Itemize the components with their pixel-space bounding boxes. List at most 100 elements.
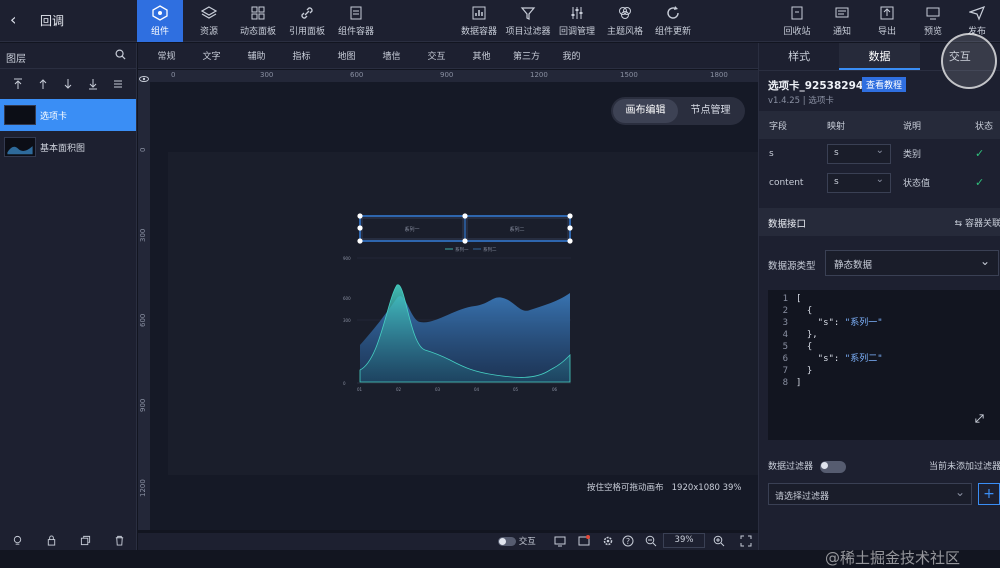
add-filter-button[interactable]: + xyxy=(978,483,1000,505)
list-icon[interactable] xyxy=(112,78,124,90)
palette-icon xyxy=(619,7,631,19)
view-tutorial-button[interactable]: 查看教程 xyxy=(862,77,907,92)
comment-icon[interactable] xyxy=(578,535,590,547)
filter-toggle[interactable] xyxy=(819,460,846,473)
top-toolbar: ‹ 回调 组件 资源 动态面板 引用面板 组件容器 数据容器 项目过滤器 回调管… xyxy=(0,0,1000,42)
preview-x-label: 06 xyxy=(552,387,558,392)
trash-box-icon xyxy=(791,6,803,20)
toggle-switch[interactable] xyxy=(498,537,516,546)
tabs-widget-selected[interactable]: 系列一 系列二 xyxy=(357,213,573,244)
link-icon xyxy=(301,7,313,19)
interact-toggle[interactable]: 交互 xyxy=(498,535,536,547)
component-tab[interactable]: 交互 xyxy=(414,49,459,62)
preview-icon xyxy=(926,7,940,20)
component-tab[interactable]: 第三方 xyxy=(504,49,549,62)
component-name: 选项卡_92538294 xyxy=(768,80,864,92)
ruler-corner[interactable] xyxy=(138,70,150,82)
tool-data-container[interactable]: 数据容器 xyxy=(457,0,501,42)
canvas-edit-button[interactable]: 画布编辑 xyxy=(613,99,678,123)
datasource-select[interactable]: 静态数据 xyxy=(825,250,999,276)
ruler-tick: 300 xyxy=(139,228,147,242)
zoom-in-icon[interactable] xyxy=(713,535,725,547)
config-panel: 样式 数据 交互 选项卡_92538294 查看教程 v1.4.25 | 选项卡… xyxy=(758,43,1000,550)
tab-style[interactable]: 样式 xyxy=(759,43,839,70)
tool-project-filter[interactable]: 项目过滤器 xyxy=(503,0,553,42)
component-tab[interactable]: 地图 xyxy=(324,49,369,62)
refresh-icon xyxy=(667,6,679,19)
tool-export[interactable]: 导出 xyxy=(871,0,903,42)
tool-theme-style[interactable]: 主题风格 xyxy=(603,0,647,42)
tool-notification[interactable]: 通知 xyxy=(826,0,858,42)
container-icon xyxy=(350,6,362,20)
ruler-tick: 1200 xyxy=(139,479,147,497)
zoom-out-icon[interactable] xyxy=(645,535,657,547)
container-link-button[interactable]: ⇆ 容器关联 xyxy=(955,216,1000,229)
tool-callback-manage[interactable]: 回调管理 xyxy=(555,0,599,42)
lock-icon[interactable] xyxy=(46,534,57,546)
ruler-tick: 600 xyxy=(350,71,364,79)
component-category-tabs: 常规 文字 辅助 指标 地图 墙信 交互 其他 第三方 我的 xyxy=(138,43,758,69)
delete-icon[interactable] xyxy=(114,535,125,546)
svg-text:?: ? xyxy=(626,537,630,546)
component-tab[interactable]: 指标 xyxy=(279,49,324,62)
move-bottom-icon[interactable] xyxy=(87,78,99,90)
tool-preview[interactable]: 预览 xyxy=(918,0,948,42)
fit-screen-icon[interactable] xyxy=(740,535,752,547)
back-button[interactable]: ‹ xyxy=(10,10,16,29)
json-code-editor[interactable]: 1[2 {3 "s": "系列一" 4 }, 5 {6 "s": "系列二" 7 } 8… xyxy=(768,290,1000,440)
move-top-icon[interactable] xyxy=(12,78,24,90)
component-tab[interactable]: 其他 xyxy=(459,49,504,62)
preview-x-label: 05 xyxy=(513,387,519,392)
component-tab[interactable]: 墙信 xyxy=(369,49,414,62)
component-tab[interactable]: 文字 xyxy=(189,49,234,62)
layer-toolbar xyxy=(0,69,136,99)
layer-item-area-chart[interactable]: 基本面积图 xyxy=(0,131,136,163)
canvas-hint: 按住空格可拖动画布 1920x1080 39% xyxy=(587,483,742,493)
tool-component-container[interactable]: 组件容器 xyxy=(333,0,379,42)
tool-reference-panel[interactable]: 引用面板 xyxy=(284,0,330,42)
tool-resource[interactable]: 资源 xyxy=(186,0,232,42)
layer-item-tabs[interactable]: 选项卡 xyxy=(0,99,136,131)
ruler-tick: 1500 xyxy=(620,71,638,79)
ruler-tick: 900 xyxy=(139,398,147,412)
code-line: 6 "s": "系列二" xyxy=(782,354,883,364)
node-manage-button[interactable]: 节点管理 xyxy=(678,99,743,123)
zoom-input[interactable]: 39% xyxy=(663,533,705,548)
tool-component[interactable]: 组件 xyxy=(137,0,183,42)
bulb-icon[interactable] xyxy=(12,535,23,546)
layers-footer xyxy=(0,530,137,550)
area-chart-widget[interactable]: 系列一 系列二 900 600 300 0 01 02 03 04 05 06 xyxy=(343,246,571,392)
mapping-select[interactable]: s xyxy=(827,143,891,164)
component-tab[interactable]: 辅助 xyxy=(234,49,279,62)
copy-icon[interactable] xyxy=(80,535,91,546)
table-row: content s 状态值 ✓ xyxy=(759,168,1000,197)
layer-thumbnail xyxy=(4,137,36,157)
filter-select[interactable]: 请选择过滤器 xyxy=(768,483,972,505)
move-up-icon[interactable] xyxy=(37,78,49,90)
screen-icon[interactable] xyxy=(554,535,566,547)
component-tab[interactable]: 常规 xyxy=(144,49,189,62)
help-icon[interactable]: ? xyxy=(622,535,634,547)
ruler-tick: 1200 xyxy=(530,71,548,79)
tab-data[interactable]: 数据 xyxy=(839,43,920,70)
ruler-tick: 300 xyxy=(260,71,274,79)
search-icon[interactable] xyxy=(115,49,126,60)
layers-icon xyxy=(201,6,217,19)
move-down-icon[interactable] xyxy=(62,78,74,90)
canvas-preview-widgets[interactable]: 系列一 系列二 系列一 系列二 900 600 300 0 01 02 03 04 05 06 xyxy=(335,210,580,400)
expand-icon[interactable] xyxy=(974,413,985,424)
cursor-highlight xyxy=(941,33,997,89)
preview-y-label: 600 xyxy=(343,296,351,301)
component-version: v1.4.25 | 选项卡 xyxy=(768,96,834,106)
tool-component-update[interactable]: 组件更新 xyxy=(651,0,695,42)
code-line: 1[ xyxy=(782,294,802,304)
component-tab[interactable]: 我的 xyxy=(549,49,594,62)
ruler-tick: 1800 xyxy=(710,71,728,79)
settings-icon[interactable] xyxy=(602,535,614,547)
mapping-select[interactable]: s xyxy=(827,172,891,193)
tool-dynamic-panel[interactable]: 动态面板 xyxy=(235,0,281,42)
tool-recycle-bin[interactable]: 回收站 xyxy=(780,0,814,42)
data-filter-row: 数据过滤器 当前未添加过滤器 xyxy=(768,459,1000,473)
preview-legend-1: 系列一 xyxy=(455,246,469,253)
status-check-icon: ✓ xyxy=(975,176,985,189)
